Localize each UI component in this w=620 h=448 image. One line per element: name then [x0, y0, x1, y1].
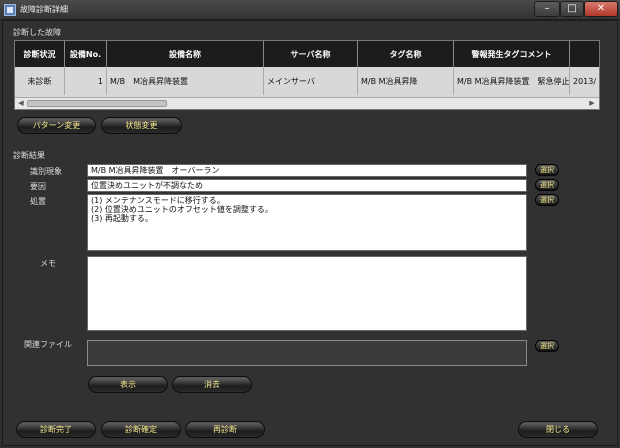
diagnosis-confirm-button[interactable]: 診断確定	[101, 421, 181, 438]
table-row[interactable]: 未診断 1 M/B M冶具昇降装置 メインサーバ M/B M冶具昇降 M/B M…	[15, 67, 599, 95]
table-header: 診断状況 設備No. 設備名称 サーバ名称 タグ名称 警報発生タグコメント	[15, 41, 599, 67]
memo-field[interactable]	[87, 256, 527, 331]
col-alarm-comment[interactable]: 警報発生タグコメント	[454, 41, 570, 67]
action-line: (3) 再起動する。	[91, 214, 153, 223]
cause-field[interactable]: 位置決めユニットが不調なため	[87, 179, 527, 192]
scrollbar-thumb[interactable]	[27, 100, 167, 107]
cell-alarm-comment: M/B M冶具昇降装置 緊急停止	[454, 67, 570, 95]
title-bar: 故障診断詳細 – □ ✕	[0, 0, 620, 20]
cell-datetime: 2013/	[570, 67, 599, 95]
clear-button[interactable]: 消去	[172, 376, 252, 393]
close-window-button[interactable]: ✕	[584, 1, 618, 17]
phenomenon-select-button[interactable]: 選択	[535, 164, 559, 176]
cause-select-button[interactable]: 選択	[535, 179, 559, 191]
col-datetime[interactable]	[570, 41, 599, 67]
horizontal-scrollbar[interactable]: ◀ ▶	[15, 97, 599, 109]
action-line: (1) メンテナンスモードに移行する。	[91, 196, 225, 205]
col-server-name[interactable]: サーバ名称	[264, 41, 358, 67]
phenomenon-field[interactable]: M/B M冶具昇降装置 オーバーラン	[87, 164, 527, 177]
scroll-left-icon[interactable]: ◀	[16, 99, 26, 108]
related-file-select-button[interactable]: 選択	[535, 340, 559, 352]
related-file-label: 関連ファイル	[24, 340, 72, 349]
cell-equipment-no: 1	[65, 67, 107, 95]
phenomenon-label: 識別現象	[30, 167, 62, 176]
action-label: 処置	[30, 197, 46, 206]
scroll-right-icon[interactable]: ▶	[587, 99, 597, 108]
action-line: (2) 位置決めユニットのオフセット値を調整する。	[91, 205, 273, 214]
action-select-button[interactable]: 選択	[535, 194, 559, 206]
col-status[interactable]: 診断状況	[15, 41, 65, 67]
cell-tag-name: M/B M冶具昇降	[358, 67, 454, 95]
rediagnose-button[interactable]: 再診断	[185, 421, 265, 438]
cause-label: 要因	[30, 182, 46, 191]
memo-label: メモ	[40, 259, 56, 268]
status-change-button[interactable]: 状態変更	[101, 117, 182, 134]
maximize-button[interactable]: □	[560, 1, 584, 17]
close-button[interactable]: 閉じる	[518, 421, 598, 438]
window-title: 故障診断詳細	[20, 5, 68, 14]
related-file-field[interactable]	[87, 340, 527, 366]
minimize-button[interactable]: –	[534, 1, 560, 17]
diagnosis-section-title: 診断結果	[13, 151, 45, 160]
pattern-change-button[interactable]: パターン変更	[17, 117, 96, 134]
fault-section-title: 診断した故障	[13, 28, 61, 37]
col-tag-name[interactable]: タグ名称	[358, 41, 454, 67]
diagnosis-complete-button[interactable]: 診断完了	[16, 421, 96, 438]
show-button[interactable]: 表示	[88, 376, 168, 393]
col-equipment-no[interactable]: 設備No.	[65, 41, 107, 67]
cell-equipment-name: M/B M冶具昇降装置	[107, 67, 264, 95]
cell-status: 未診断	[15, 67, 65, 95]
cell-server-name: メインサーバ	[264, 67, 358, 95]
fault-table[interactable]: 診断状況 設備No. 設備名称 サーバ名称 タグ名称 警報発生タグコメント 未診…	[14, 40, 600, 110]
action-field[interactable]: (1) メンテナンスモードに移行する。 (2) 位置決めユニットのオフセット値を…	[87, 194, 527, 251]
col-equipment-name[interactable]: 設備名称	[107, 41, 264, 67]
app-icon	[4, 4, 16, 16]
